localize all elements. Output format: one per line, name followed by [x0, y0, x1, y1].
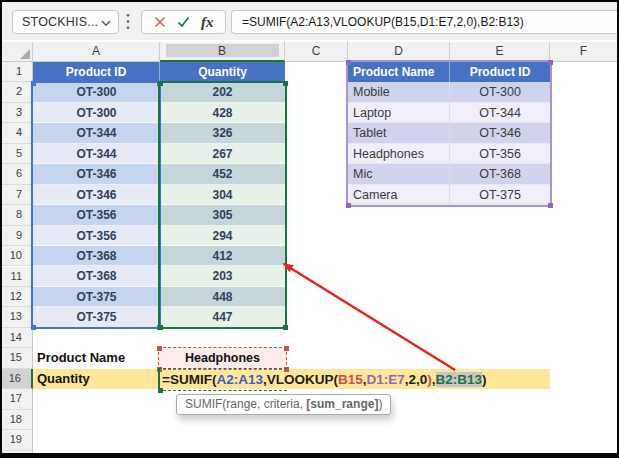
- selection-handle[interactable]: [346, 60, 351, 65]
- cell-b15-value: Headphones: [185, 351, 260, 365]
- formula-token: ,2,0: [405, 372, 428, 387]
- cancel-icon[interactable]: [154, 16, 166, 28]
- formula-toolbar: STOCKHIS... fx =SUMIF(A2:A13,VLOOKUP(B15…: [2, 2, 617, 40]
- name-box-value: STOCKHIS...: [22, 11, 98, 33]
- tooltip-text: ): [378, 397, 382, 411]
- selection-handle[interactable]: [548, 203, 553, 208]
- selection-handle[interactable]: [283, 81, 288, 86]
- row-header-6[interactable]: 6: [2, 164, 33, 184]
- cell-a15[interactable]: Product Name: [37, 348, 125, 368]
- tooltip-sum-range-arg: [sum_range]: [306, 397, 378, 411]
- row-header-1[interactable]: 1: [2, 62, 33, 82]
- row-header-20-partial[interactable]: [2, 451, 33, 453]
- cell-a1[interactable]: Product ID: [33, 62, 160, 82]
- selection-handle[interactable]: [346, 203, 351, 208]
- cell-b16-formula[interactable]: =SUMIF(A2:A13,VLOOKUP(B15,D1:E7,2,0),B2:…: [162, 369, 487, 389]
- formula-tooltip: SUMIF(range, criteria, [sum_range]): [176, 394, 391, 415]
- column-header-a[interactable]: A: [33, 42, 160, 62]
- formula-token: =SUMIF(: [162, 372, 216, 387]
- row-header-19[interactable]: 19: [2, 430, 33, 450]
- range-b2-b13[interactable]: [158, 81, 287, 329]
- row-header-18[interactable]: 18: [2, 410, 33, 430]
- column-header-e[interactable]: E: [450, 42, 550, 62]
- selection-handle[interactable]: [158, 81, 163, 86]
- formula-bar[interactable]: =SUMIF(A2:A13,VLOOKUP(B15,D1:E7,2,0),B2:…: [231, 10, 617, 34]
- row-header-13[interactable]: 13: [2, 307, 33, 327]
- selection-handle[interactable]: [548, 60, 553, 65]
- tooltip-text: SUMIF(range, criteria,: [185, 397, 306, 411]
- confirm-icon[interactable]: [177, 16, 190, 28]
- column-header-f[interactable]: F: [550, 42, 617, 62]
- selection-handle[interactable]: [283, 325, 288, 330]
- name-box[interactable]: STOCKHIS...: [12, 10, 119, 34]
- formula-token: B2:B13: [436, 372, 483, 387]
- formula-token: A2:A13: [216, 372, 263, 387]
- excel-window: STOCKHIS... fx =SUMIF(A2:A13,VLOOKUP(B15…: [0, 0, 619, 458]
- formula-token: D1:E7: [366, 372, 404, 387]
- insert-function-icon[interactable]: fx: [201, 14, 214, 31]
- select-all-corner[interactable]: [2, 42, 33, 62]
- sheet-area: STOCKHIS... fx =SUMIF(A2:A13,VLOOKUP(B15…: [2, 2, 617, 453]
- row-header-15[interactable]: 15: [2, 348, 33, 368]
- selection-handle[interactable]: [31, 81, 36, 86]
- range-d1-e7[interactable]: [346, 60, 552, 207]
- selection-handle[interactable]: [284, 346, 289, 351]
- row-header-11[interactable]: 11: [2, 267, 33, 287]
- selection-handle[interactable]: [157, 346, 162, 351]
- cell-b1[interactable]: Quantity: [160, 62, 285, 82]
- range-a2-a13[interactable]: [31, 81, 161, 329]
- row-header-16[interactable]: 16: [2, 369, 33, 389]
- cell-a16[interactable]: Quantity: [37, 369, 90, 389]
- row-header-17[interactable]: 17: [2, 389, 33, 409]
- more-options-icon[interactable]: [126, 13, 130, 34]
- row-header-14[interactable]: 14: [2, 328, 33, 348]
- row-header-5[interactable]: 5: [2, 144, 33, 164]
- formula-token: ,VLOOKUP(: [263, 372, 338, 387]
- chevron-down-icon[interactable]: [101, 20, 111, 27]
- selection-handle[interactable]: [158, 325, 163, 330]
- formula-token: B15: [338, 372, 363, 387]
- column-header-b[interactable]: B: [160, 42, 285, 62]
- formula-buttons: fx: [141, 10, 226, 34]
- row-header-3[interactable]: 3: [2, 103, 33, 123]
- column-header-d[interactable]: D: [348, 42, 450, 62]
- row-header-9[interactable]: 9: [2, 226, 33, 246]
- column-header-c[interactable]: C: [285, 42, 348, 62]
- row-header-7[interactable]: 7: [2, 185, 33, 205]
- row-header-12[interactable]: 12: [2, 287, 33, 307]
- formula-bar-text: =SUMIF(A2:A13,VLOOKUP(B15,D1:E7,2,0),B2:…: [242, 11, 524, 33]
- selection-handle[interactable]: [31, 325, 36, 330]
- row-header-2[interactable]: 2: [2, 82, 33, 102]
- formula-token: ): [482, 372, 487, 387]
- row-header-4[interactable]: 4: [2, 123, 33, 143]
- row-header-10[interactable]: 10: [2, 246, 33, 266]
- row-header-8[interactable]: 8: [2, 205, 33, 225]
